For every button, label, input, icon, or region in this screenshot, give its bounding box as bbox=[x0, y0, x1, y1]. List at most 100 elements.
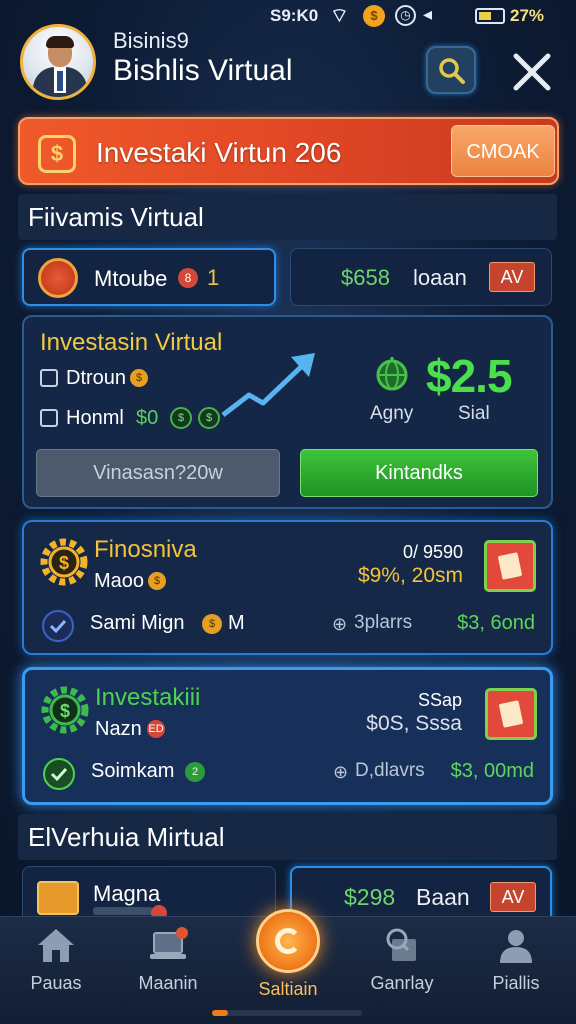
coin-icon: $ bbox=[170, 407, 192, 429]
user-icon bbox=[500, 930, 532, 963]
section-title: ElVerhuia Mirtual bbox=[28, 822, 225, 852]
option-checkbox[interactable] bbox=[40, 369, 58, 387]
location-icon: ⊕ bbox=[332, 614, 348, 634]
target-icon bbox=[38, 258, 78, 298]
amount-label: Agny bbox=[370, 403, 414, 424]
wifi-icon: ⌔ bbox=[330, 5, 349, 27]
tile-mtoube[interactable]: Mtoube 8 1 bbox=[22, 248, 276, 306]
card-footer-suffix: M bbox=[228, 612, 245, 634]
option-label: Dtroun bbox=[66, 367, 127, 389]
nav-label: Ganrlay bbox=[370, 973, 434, 993]
section-title: Fiivamis Virtual bbox=[28, 202, 204, 232]
investment-card[interactable]: $ Finosniva Maoo $ 0/ 9590 $9%, 20sm Sam… bbox=[22, 520, 553, 655]
coin-icon bbox=[256, 909, 320, 973]
growth-arrow-icon bbox=[221, 353, 315, 417]
ticket-icon[interactable] bbox=[485, 688, 537, 740]
laptop-icon bbox=[150, 927, 188, 959]
nav-label: Pauas bbox=[30, 973, 82, 993]
search-button[interactable] bbox=[426, 46, 476, 94]
card-distance: 3plarrs bbox=[354, 612, 413, 633]
tile-amount: $298 bbox=[344, 884, 396, 910]
card-footer-label: Soimkam bbox=[91, 760, 175, 782]
option-value: $0 bbox=[136, 407, 159, 429]
svg-text:$: $ bbox=[59, 553, 69, 573]
signal-icon: ◂ bbox=[423, 4, 433, 24]
panel-title: Investasin Virtual bbox=[40, 329, 223, 356]
status-bar: S9:K0 ⌔ $ ◷ ◂ 27% bbox=[0, 0, 576, 32]
tile-label: Magna bbox=[93, 881, 161, 906]
card-subtitle: Nazn bbox=[95, 718, 142, 740]
coin-icon: $ bbox=[198, 407, 220, 429]
nav-label: Maanin bbox=[138, 973, 198, 993]
tile-badge: 8 bbox=[178, 268, 198, 288]
card-stat-value: $9%, 20sm bbox=[357, 564, 463, 587]
investment-card-selected[interactable]: $ Investakiii Nazn ED SSap $0S, Sssa Soi… bbox=[22, 667, 553, 805]
card-footer-label: Sami Mign bbox=[90, 612, 185, 634]
close-button[interactable] bbox=[510, 50, 554, 94]
option-checkbox[interactable] bbox=[40, 409, 58, 427]
section-header: ElVerhuia Mirtual bbox=[18, 814, 557, 860]
ticket-icon[interactable] bbox=[484, 540, 536, 592]
globe-icon bbox=[376, 357, 408, 391]
coin-icon: 2 bbox=[185, 762, 205, 782]
promo-button[interactable]: CMOAK bbox=[451, 125, 555, 177]
av-button[interactable]: AV bbox=[490, 882, 536, 912]
badge-icon: ED bbox=[147, 720, 165, 738]
gear-dollar-icon: $ bbox=[41, 686, 89, 734]
av-button[interactable]: AV bbox=[489, 262, 535, 292]
nav-label: Saltiain bbox=[258, 979, 318, 999]
card-amount: $3, 00md bbox=[450, 760, 534, 782]
close-icon bbox=[513, 53, 551, 91]
card-distance: D,dlavrs bbox=[355, 760, 425, 781]
coin-icon: $ bbox=[202, 614, 222, 634]
card-title: Investakiii bbox=[95, 684, 201, 711]
gear-dollar-icon: $ bbox=[40, 538, 88, 586]
header-subtitle: Bisinis9 bbox=[113, 28, 189, 53]
search-doc-icon bbox=[386, 928, 416, 961]
bottom-nav: Pauas Maanin Saltiain Ganrlay Piallis bbox=[0, 909, 576, 1024]
promo-text: Investaki Virtun 206 bbox=[96, 137, 342, 168]
home-indicator bbox=[212, 1010, 362, 1016]
avatar[interactable] bbox=[20, 24, 96, 100]
tile-sub-bar bbox=[93, 907, 153, 915]
nav-item-main[interactable]: Maanin bbox=[118, 925, 218, 1015]
card-title: Finosniva bbox=[94, 536, 197, 563]
tile-label: loaan bbox=[413, 265, 467, 290]
coin-icon: $ bbox=[130, 369, 148, 387]
clock-status-icon: ◷ bbox=[395, 5, 416, 26]
investment-panel: Investasin Virtual Dtroun $ Honml $0 $ $… bbox=[22, 315, 553, 509]
dollar-icon: $ bbox=[38, 135, 76, 173]
card-stat: 0/ 9590 bbox=[402, 542, 463, 562]
header-title: Bishlis Virtual bbox=[113, 54, 293, 87]
tile-label: Mtoube bbox=[94, 266, 168, 291]
nav-item-profile[interactable]: Piallis bbox=[466, 925, 566, 1015]
search-icon bbox=[439, 58, 465, 84]
status-time: S9:K0 bbox=[270, 6, 319, 25]
tile-amount: $658 bbox=[341, 265, 390, 290]
check-icon[interactable] bbox=[42, 610, 74, 642]
secondary-button[interactable]: Vinasasn?20w bbox=[36, 449, 280, 497]
battery-icon bbox=[475, 8, 505, 24]
nav-item-home[interactable]: Pauas bbox=[6, 925, 106, 1015]
card-amount: $3, 6ond bbox=[457, 612, 535, 634]
location-icon: ⊕ bbox=[333, 762, 349, 782]
coin-status-icon: $ bbox=[363, 5, 385, 27]
option-label: Honml bbox=[66, 407, 124, 429]
battery-text: 27% bbox=[510, 6, 545, 25]
tile-loan[interactable]: $658 loaan AV bbox=[290, 248, 552, 306]
tile-label: Baan bbox=[416, 884, 470, 910]
nav-item-center[interactable]: Saltiain bbox=[238, 909, 338, 999]
section-header: Fiivamis Virtual bbox=[18, 194, 557, 240]
promo-banner[interactable]: $ Investaki Virtun 206 CMOAK bbox=[18, 117, 559, 185]
svg-text:$: $ bbox=[60, 701, 70, 721]
card-stat-value: $0S, Sssa bbox=[366, 712, 462, 735]
check-icon[interactable] bbox=[43, 758, 75, 790]
card-stat: SSap bbox=[417, 690, 462, 710]
amount-label: Sial bbox=[458, 403, 490, 424]
primary-button[interactable]: Kintandks bbox=[300, 449, 538, 497]
coin-icon: $ bbox=[148, 572, 166, 590]
tile-count: 1 bbox=[207, 265, 220, 290]
wallet-icon bbox=[37, 881, 79, 915]
nav-item-gameplay[interactable]: Ganrlay bbox=[352, 925, 452, 1015]
card-subtitle: Maoo bbox=[94, 570, 145, 592]
